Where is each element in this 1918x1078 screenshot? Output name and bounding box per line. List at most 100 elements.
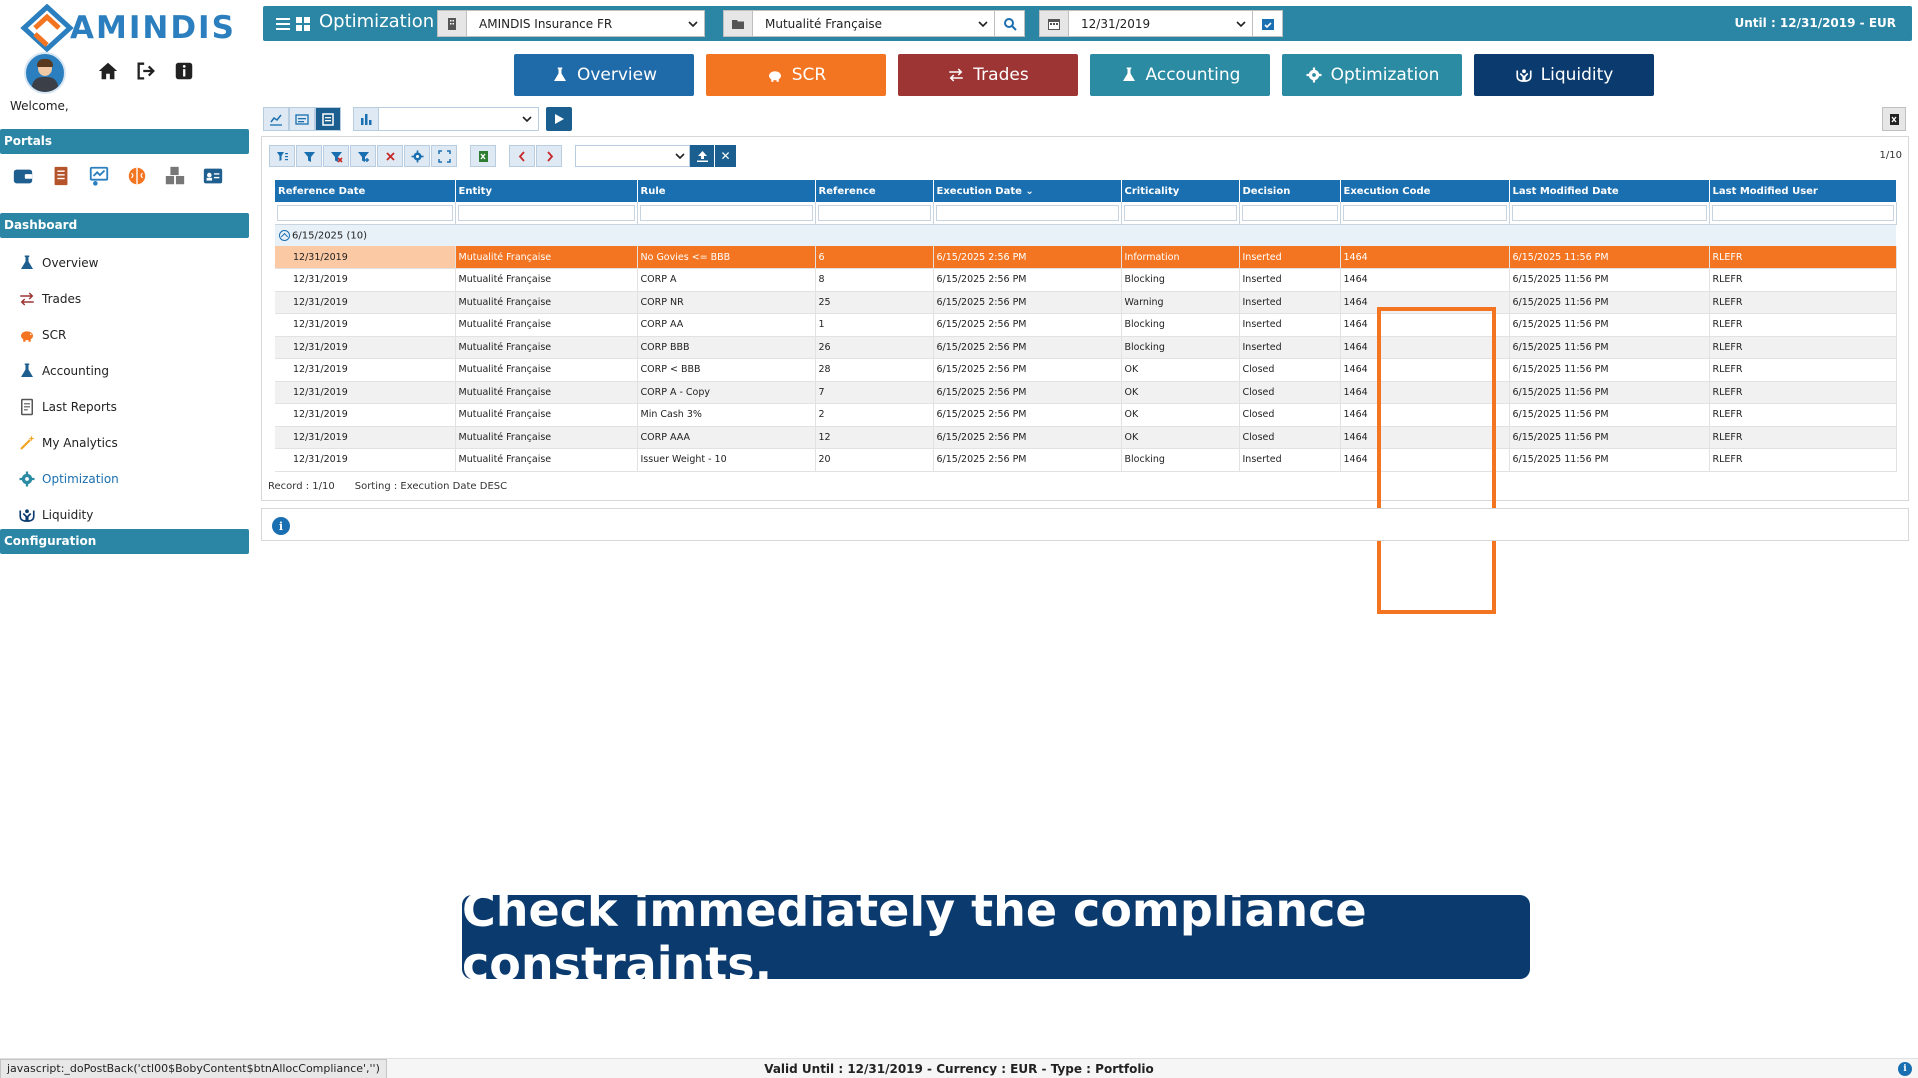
tab-liquidity[interactable]: Liquidity: [1474, 54, 1654, 96]
menu-toggle[interactable]: [275, 14, 311, 34]
portals-header[interactable]: Portals: [0, 129, 249, 154]
amindis-logo[interactable]: AMINDIS: [20, 4, 236, 52]
cell-execution-code: 1464: [1340, 448, 1510, 472]
sort-desc-icon: ⌄: [1025, 185, 1034, 197]
sidebar-item-accounting[interactable]: Accounting: [18, 353, 119, 389]
column-header-reference-date[interactable]: Reference Date: [275, 180, 456, 202]
filter-cell[interactable]: [1340, 202, 1510, 225]
sidebar-item-my-analytics[interactable]: My Analytics: [18, 425, 119, 461]
user-avatar[interactable]: [24, 52, 66, 94]
card-view-button[interactable]: [289, 107, 315, 131]
table-row[interactable]: 12/31/2019 Mutualité Française CORP A 8 6/15…: [275, 268, 1897, 292]
export-excel-button[interactable]: [1882, 107, 1906, 131]
table-row[interactable]: 12/31/2019 Mutualité Française Min Cash 3%…: [275, 403, 1897, 427]
reset-button[interactable]: [377, 145, 403, 167]
chart-view-button[interactable]: [263, 107, 289, 131]
info-icon[interactable]: [171, 58, 197, 84]
wallet-icon[interactable]: [10, 165, 35, 187]
date-select[interactable]: 12/31/2019: [1069, 10, 1253, 37]
table-row[interactable]: 12/31/2019 Mutualité Française CORP AA 1 6/1…: [275, 313, 1897, 337]
home-icon[interactable]: [95, 58, 121, 84]
filter-cell[interactable]: [1121, 202, 1240, 225]
filter-cell[interactable]: [1709, 202, 1897, 225]
sidebar-item-scr[interactable]: SCR: [18, 317, 119, 353]
filter-cell[interactable]: [1509, 202, 1710, 225]
fullscreen-button[interactable]: [431, 145, 457, 167]
tab-scr[interactable]: SCR: [706, 54, 886, 96]
filter-button[interactable]: [296, 145, 322, 167]
grid-view-button[interactable]: [315, 107, 341, 131]
advanced-filter-button[interactable]: [350, 145, 376, 167]
column-header-rule[interactable]: Rule: [637, 180, 816, 202]
welcome-text: Welcome,: [10, 99, 69, 113]
table-row[interactable]: 12/31/2019 Mutualité Française CORP < BBB 2…: [275, 358, 1897, 382]
column-header-reference[interactable]: Reference: [815, 180, 934, 202]
cubes-icon[interactable]: [162, 165, 187, 187]
group-row[interactable]: 6/15/2025 (10): [275, 224, 1896, 246]
export-excel-grid-button[interactable]: [470, 145, 496, 167]
cell-reference: 28: [815, 358, 934, 382]
table-row[interactable]: 12/31/2019 Mutualité Française Issuer Weig…: [275, 448, 1897, 472]
table-row[interactable]: 12/31/2019 Mutualité Française CORP BBB 26 6…: [275, 336, 1897, 359]
sidebar-item-optimization[interactable]: Optimization: [18, 461, 119, 497]
filter-options-button[interactable]: [269, 145, 295, 167]
layout-select[interactable]: [575, 145, 690, 167]
next-button[interactable]: [536, 145, 562, 167]
column-header-execution-code[interactable]: Execution Code: [1340, 180, 1510, 202]
cell-criticality: OK: [1121, 403, 1240, 427]
analytics-icon[interactable]: [86, 165, 111, 187]
ledger-icon[interactable]: [48, 165, 73, 187]
entity-select[interactable]: Mutualité Française: [753, 10, 995, 37]
filter-cell[interactable]: [815, 202, 934, 225]
clear-layout-button[interactable]: ✕: [714, 145, 736, 167]
cell-execution-code: 1464: [1340, 313, 1510, 337]
column-header-last-modified-date[interactable]: Last Modified Date: [1509, 180, 1710, 202]
dashboard-header[interactable]: Dashboard: [0, 213, 249, 238]
column-header-execution-date[interactable]: Execution Date ⌄: [933, 180, 1122, 202]
save-layout-button[interactable]: [690, 145, 714, 167]
date-select-value: 12/31/2019: [1081, 16, 1151, 31]
tab-optimization[interactable]: Optimization: [1282, 54, 1462, 96]
table-row[interactable]: 12/31/2019 Mutualité Française No Govies <…: [275, 246, 1897, 269]
view-select[interactable]: [379, 107, 539, 131]
column-header-entity[interactable]: Entity: [455, 180, 638, 202]
clear-filter-button[interactable]: [323, 145, 349, 167]
sidebar-item-label: Accounting: [42, 364, 110, 378]
sidebar-item-last-reports[interactable]: Last Reports: [18, 389, 119, 425]
filter-cell[interactable]: [1239, 202, 1341, 225]
tab-accounting[interactable]: Accounting: [1090, 54, 1270, 96]
settings-button[interactable]: [404, 145, 430, 167]
filter-cell[interactable]: [637, 202, 816, 225]
logout-icon[interactable]: [133, 58, 159, 84]
tab-overview[interactable]: Overview: [514, 54, 694, 96]
sidebar-item-overview[interactable]: Overview: [18, 245, 119, 281]
info-icon[interactable]: i: [1898, 1062, 1912, 1076]
id-card-icon[interactable]: [200, 165, 225, 187]
table-row[interactable]: 12/31/2019 Mutualité Française CORP NR 25 6/…: [275, 291, 1897, 314]
table-row[interactable]: 12/31/2019 Mutualité Française CORP AAA 12 6…: [275, 426, 1897, 449]
column-header-criticality[interactable]: Criticality: [1121, 180, 1240, 202]
filter-cell[interactable]: [455, 202, 638, 225]
column-header-decision[interactable]: Decision: [1239, 180, 1341, 202]
search-button[interactable]: [995, 10, 1025, 37]
column-header-last-modified-user[interactable]: Last Modified User: [1709, 180, 1897, 202]
tab-trades[interactable]: Trades: [898, 54, 1078, 96]
sidebar-item-trades[interactable]: Trades: [18, 281, 119, 317]
info-icon[interactable]: i: [272, 517, 290, 535]
cell-decision: Inserted: [1239, 268, 1341, 292]
previous-button[interactable]: [509, 145, 535, 167]
cell-entity: Mutualité Française: [455, 246, 638, 269]
table-row[interactable]: 12/31/2019 Mutualité Française CORP A - Co…: [275, 381, 1897, 404]
company-select[interactable]: AMINDIS Insurance FR: [467, 10, 705, 37]
filter-cell[interactable]: [275, 202, 456, 225]
chart-type-button[interactable]: [353, 107, 379, 131]
collapse-group-icon[interactable]: [279, 229, 290, 241]
sidebar-item-liquidity[interactable]: Liquidity: [18, 497, 119, 533]
brain-icon[interactable]: [124, 165, 149, 187]
filter-cell[interactable]: [933, 202, 1122, 225]
cell-execution-code: 1464: [1340, 403, 1510, 427]
run-button[interactable]: [546, 107, 572, 131]
cell-execution-date: 6/15/2025 2:56 PM: [933, 403, 1122, 427]
calendar-apply-button[interactable]: [1253, 10, 1283, 37]
configuration-header[interactable]: Configuration: [0, 529, 249, 554]
